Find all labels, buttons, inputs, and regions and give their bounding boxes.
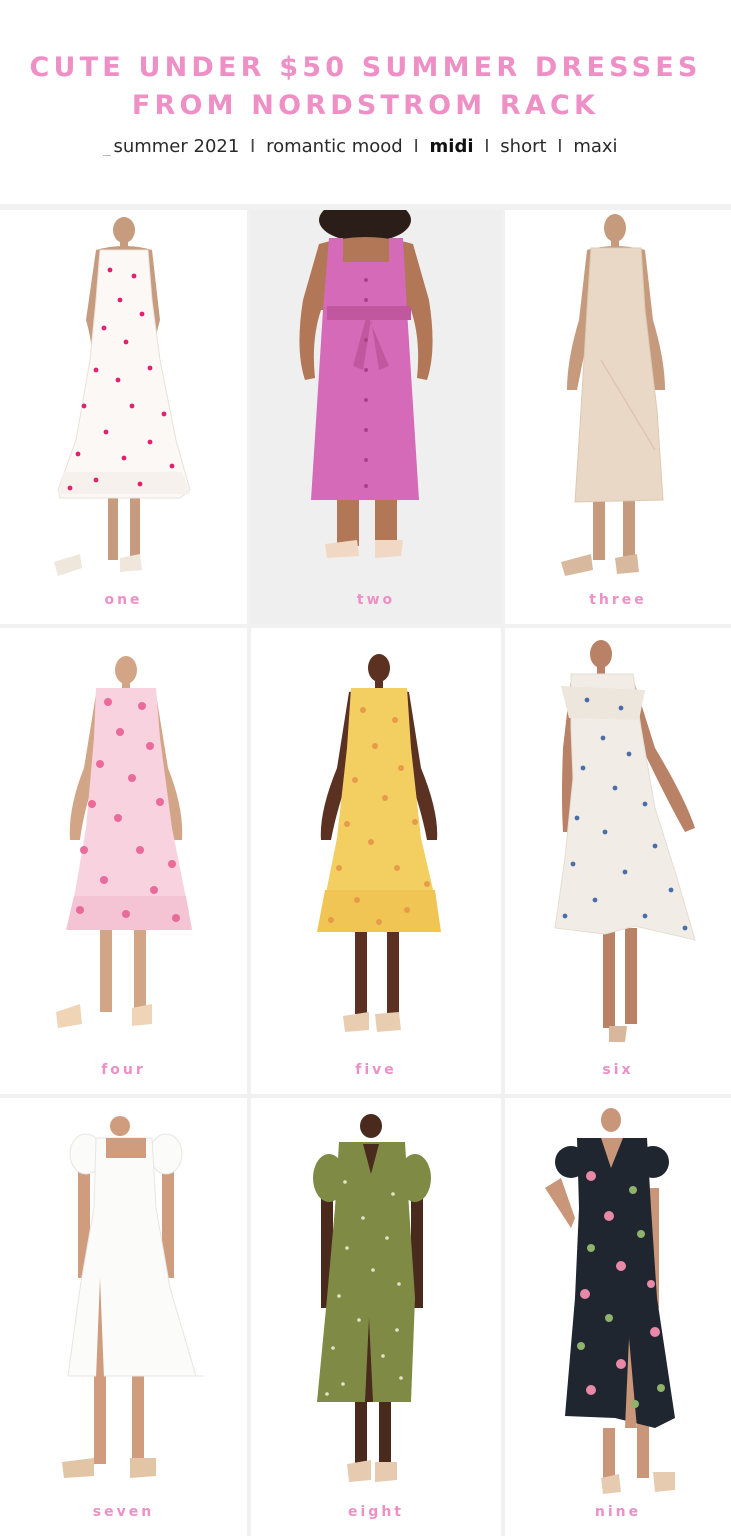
dress-shape — [57, 249, 191, 499]
product-label-2: two — [356, 592, 396, 608]
dress-image-4 — [56, 656, 192, 1028]
dress-image-5 — [317, 654, 441, 1032]
product-label-5: five — [355, 1062, 397, 1078]
product-label-4: four — [101, 1062, 146, 1078]
product-card-4[interactable]: four — [0, 628, 247, 1094]
product-label-9: nine — [594, 1504, 642, 1520]
nav-link-short[interactable]: short — [500, 136, 546, 157]
nav-separator: I — [250, 136, 256, 157]
dress-image-6 — [554, 640, 696, 1042]
product-card-3[interactable]: three — [505, 210, 731, 624]
product-label-3: three — [589, 592, 647, 608]
product-card-9[interactable]: nine — [505, 1098, 731, 1536]
dress-image-2 — [299, 210, 433, 558]
nav-link-summer-2021[interactable]: summer 2021 — [113, 136, 239, 157]
product-card-6[interactable]: six — [505, 628, 731, 1094]
nav-link-maxi[interactable]: maxi — [573, 136, 617, 157]
product-card-8[interactable]: eight — [251, 1098, 501, 1536]
nav-separator: I — [413, 136, 419, 157]
product-label-7: seven — [92, 1504, 155, 1520]
page-header: CUTE UNDER $50 SUMMER DRESSES FROM NORDS… — [0, 0, 731, 204]
dress-image-3 — [561, 214, 665, 576]
product-card-5[interactable]: five — [251, 628, 501, 1094]
nav-separator: I — [484, 136, 490, 157]
product-label-1: one — [104, 592, 143, 608]
page-title-line-2: FROM NORDSTROM RACK — [131, 90, 600, 121]
dress-image-8 — [313, 1114, 431, 1482]
nav-link-romantic-mood[interactable]: romantic mood — [266, 136, 403, 157]
category-nav: summer 2021 I romantic mood I midi I sho… — [0, 136, 731, 157]
dress-image-7 — [62, 1116, 204, 1478]
product-card-2[interactable]: two — [251, 210, 501, 624]
nav-separator: I — [557, 136, 563, 157]
page-title-line-1: CUTE UNDER $50 SUMMER DRESSES — [29, 52, 702, 83]
dress-image-1 — [54, 217, 191, 576]
product-card-7[interactable]: seven — [0, 1098, 247, 1536]
product-label-6: six — [602, 1062, 634, 1078]
product-label-8: eight — [348, 1504, 404, 1520]
dress-image-9 — [545, 1108, 675, 1494]
product-card-1[interactable]: one — [0, 210, 247, 624]
product-grid: one two three four five six seven eight … — [0, 204, 731, 1536]
nav-link-midi[interactable]: midi — [430, 136, 474, 157]
dress-shape — [574, 247, 664, 503]
dress-shape — [67, 1133, 204, 1378]
